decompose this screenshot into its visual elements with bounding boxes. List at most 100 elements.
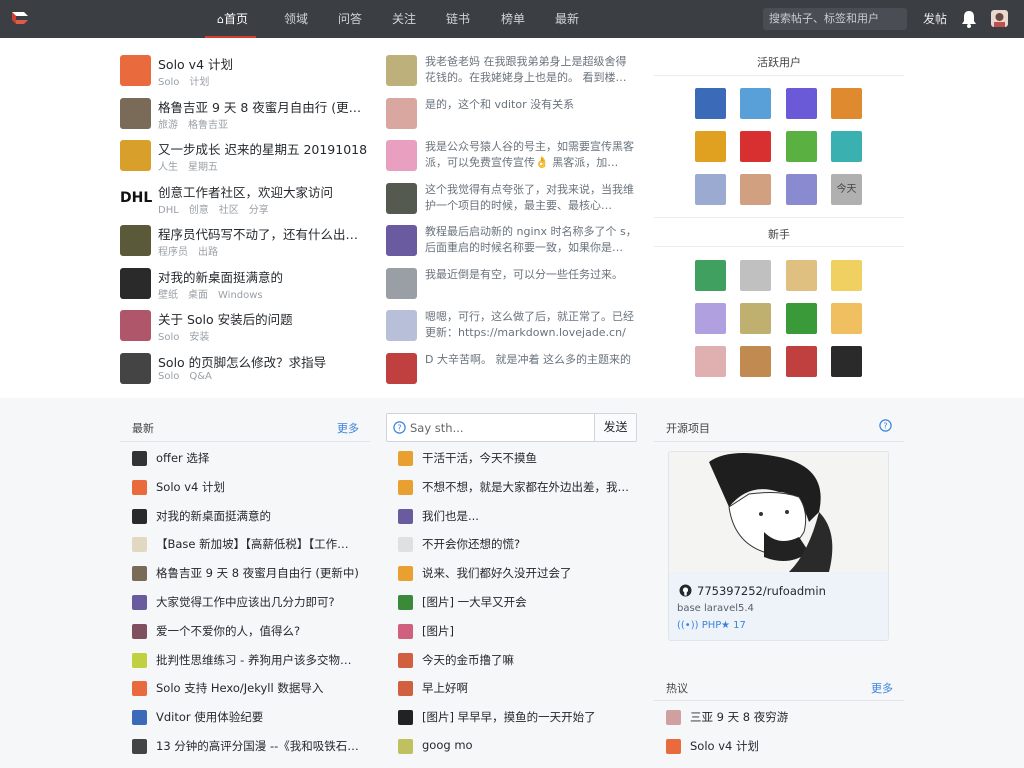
latest-item-text[interactable]: 爱一个不爱你的人，值得么? xyxy=(156,623,360,639)
article-title[interactable]: 又一步成长 迟来的星期五 20191018 xyxy=(158,139,370,158)
new-user-avatar[interactable] xyxy=(786,303,817,334)
small-avatar[interactable] xyxy=(398,508,413,524)
article-avatar[interactable] xyxy=(120,225,151,256)
chat-input[interactable]: ? Say sth... 发送 xyxy=(386,413,637,442)
chat-item[interactable]: 说来、我们都好久没开过会了 xyxy=(398,563,634,585)
hot-item[interactable]: Solo v4 计划 xyxy=(666,736,894,758)
breezemoon-avatar[interactable] xyxy=(386,225,417,256)
breezemoon-item[interactable]: 我老爸老妈 在我跟我弟弟身上是超级舍得花钱的。在我姥姥身上也是的。 看到楼… xyxy=(386,54,636,88)
chat-item-text[interactable]: goog mo xyxy=(422,738,634,752)
latest-item-text[interactable]: Solo v4 计划 xyxy=(156,479,360,495)
user-avatar[interactable] xyxy=(991,10,1008,27)
article-avatar[interactable] xyxy=(120,140,151,171)
article-title[interactable]: 对我的新桌面挺满意的 xyxy=(158,267,370,286)
small-avatar[interactable] xyxy=(132,623,147,639)
small-avatar[interactable] xyxy=(132,681,147,697)
article-item[interactable]: Solo 的页脚怎么修改？求指导 Solo Q&A xyxy=(120,352,370,386)
new-user-avatar[interactable] xyxy=(740,346,771,377)
latest-item[interactable]: 对我的新桌面挺满意的 xyxy=(132,506,360,528)
small-avatar[interactable] xyxy=(132,451,147,466)
latest-item[interactable]: 批判性思维练习 - 养狗用户该多交物业… xyxy=(132,650,360,672)
small-avatar[interactable] xyxy=(398,710,413,726)
post-button[interactable]: 发帖 xyxy=(923,0,947,38)
latest-item[interactable]: 13 分钟的高评分国漫 --《我和吸铁石… xyxy=(132,736,360,758)
hot-item-text[interactable]: Solo v4 计划 xyxy=(690,738,894,754)
latest-item[interactable]: offer 选择 xyxy=(132,448,360,470)
chat-item-text[interactable]: 我们也是... xyxy=(422,508,634,524)
chat-item-text[interactable]: 不想不想，就是大家都在外边出差，我… xyxy=(422,479,634,495)
latest-item[interactable]: 格鲁吉亚 9 天 8 夜蜜月自由行 (更新中) xyxy=(132,563,360,585)
article-avatar[interactable] xyxy=(120,55,151,86)
chat-item-text[interactable]: 不开会你还想的慌? xyxy=(422,536,634,552)
nav-domains[interactable]: 领域 xyxy=(284,0,308,38)
chat-item[interactable]: 不想不想，就是大家都在外边出差，我… xyxy=(398,477,634,499)
tag[interactable]: 壁纸 xyxy=(158,290,178,301)
article-item[interactable]: 格鲁吉亚 9 天 8 夜蜜月自由行 (更新中) 旅游 格鲁吉亚 xyxy=(120,97,370,131)
active-user-avatar[interactable] xyxy=(740,88,771,119)
chat-item-text[interactable]: [图片] 一大早又开会 xyxy=(422,594,634,610)
small-avatar[interactable] xyxy=(132,537,147,553)
chat-item-text[interactable]: 早上好啊 xyxy=(422,680,634,696)
article-item[interactable]: DHL 创意工作者社区，欢迎大家访问 DHL 创意 社区 分享 xyxy=(120,182,370,216)
chat-item[interactable]: [图片] 一大早又开会 xyxy=(398,592,634,614)
breezemoon-item[interactable]: 是的，这个和 vditor 没有关系 xyxy=(386,97,636,131)
article-avatar[interactable] xyxy=(120,97,151,129)
small-avatar[interactable] xyxy=(666,738,681,754)
tag[interactable]: 出路 xyxy=(198,247,218,258)
latest-item-text[interactable]: Solo 支持 Hexo/Jekyll 数据导入 xyxy=(156,680,360,696)
logo-icon[interactable] xyxy=(10,8,30,28)
latest-item[interactable]: Solo 支持 Hexo/Jekyll 数据导入 xyxy=(132,678,360,700)
send-button[interactable]: 发送 xyxy=(594,414,636,441)
small-avatar[interactable] xyxy=(398,739,413,754)
latest-item[interactable]: 大家觉得工作中应该出几分力即可? xyxy=(132,592,360,614)
article-title[interactable]: 程序员代码写不动了，还有什么出路？ xyxy=(158,224,370,243)
active-user-avatar[interactable] xyxy=(695,131,726,162)
breezemoon-item[interactable]: 我是公众号猿人谷的号主，如需要宣传黑客派，可以免费宣传宣传👌 黑客派，加… xyxy=(386,139,636,173)
search-input[interactable]: 搜索帖子、标签和用户 xyxy=(763,8,907,30)
hot-item-text[interactable]: 三亚 9 天 8 夜穷游 xyxy=(690,709,894,725)
bell-icon[interactable] xyxy=(961,10,977,28)
small-avatar[interactable] xyxy=(398,537,413,553)
tag[interactable]: 创意 xyxy=(189,205,209,216)
small-avatar[interactable] xyxy=(132,508,147,524)
small-avatar[interactable] xyxy=(398,623,413,639)
article-avatar[interactable] xyxy=(120,352,151,384)
chat-item-text[interactable]: 干活干活，今天不摸鱼 xyxy=(422,450,634,466)
breezemoon-avatar[interactable] xyxy=(386,267,417,299)
small-avatar[interactable] xyxy=(398,652,413,668)
new-user-avatar[interactable] xyxy=(831,346,862,377)
latest-item-text[interactable]: 大家觉得工作中应该出几分力即可? xyxy=(156,594,360,610)
tag[interactable]: 桌面 xyxy=(188,290,208,301)
help-icon[interactable]: ? xyxy=(879,419,892,432)
latest-item[interactable]: 【Base 新加坡】【高薪低税】【工作… xyxy=(132,534,360,556)
article-title[interactable]: 创意工作者社区，欢迎大家访问 xyxy=(158,182,370,201)
latest-item[interactable]: Solo v4 计划 xyxy=(132,477,360,499)
small-avatar[interactable] xyxy=(398,451,413,466)
latest-item-text[interactable]: 【Base 新加坡】【高薪低税】【工作… xyxy=(156,536,360,552)
tag[interactable]: 旅游 xyxy=(158,120,178,131)
chat-item[interactable]: 干活干活，今天不摸鱼 xyxy=(398,448,634,470)
nav-follow[interactable]: 关注 xyxy=(392,0,416,38)
project-card[interactable]: 775397252/rufoadmin base laravel5.4 ((•)… xyxy=(668,451,889,641)
hot-item[interactable]: 三亚 9 天 8 夜穷游 xyxy=(666,707,894,729)
breezemoon-avatar[interactable] xyxy=(386,310,417,341)
active-user-avatar[interactable] xyxy=(786,88,817,119)
breezemoon-item[interactable]: 嗯嗯，可行，这么做了后，就正常了。已经更新：https://markdown.l… xyxy=(386,309,636,343)
new-user-avatar[interactable] xyxy=(740,260,771,291)
chat-item[interactable]: 早上好啊 xyxy=(398,678,634,700)
small-avatar[interactable] xyxy=(132,566,147,582)
tag[interactable]: 安装 xyxy=(189,332,209,343)
small-avatar[interactable] xyxy=(666,710,681,725)
latest-item-text[interactable]: offer 选择 xyxy=(156,450,360,466)
latest-item[interactable]: 爱一个不爱你的人，值得么? xyxy=(132,621,360,643)
article-title[interactable]: Solo v4 计划 xyxy=(158,54,370,73)
tag[interactable]: 人生 xyxy=(158,162,178,173)
active-user-avatar[interactable] xyxy=(740,131,771,162)
new-user-avatar[interactable] xyxy=(695,303,726,334)
active-user-avatar[interactable] xyxy=(695,88,726,119)
breezemoon-avatar[interactable] xyxy=(386,97,417,129)
small-avatar[interactable] xyxy=(398,681,413,697)
small-avatar[interactable] xyxy=(132,710,147,726)
breezemoon-item[interactable]: D 大辛苦啊。 就是冲着 这么多的主题来的 xyxy=(386,352,636,386)
tag[interactable]: 社区 xyxy=(219,205,239,216)
